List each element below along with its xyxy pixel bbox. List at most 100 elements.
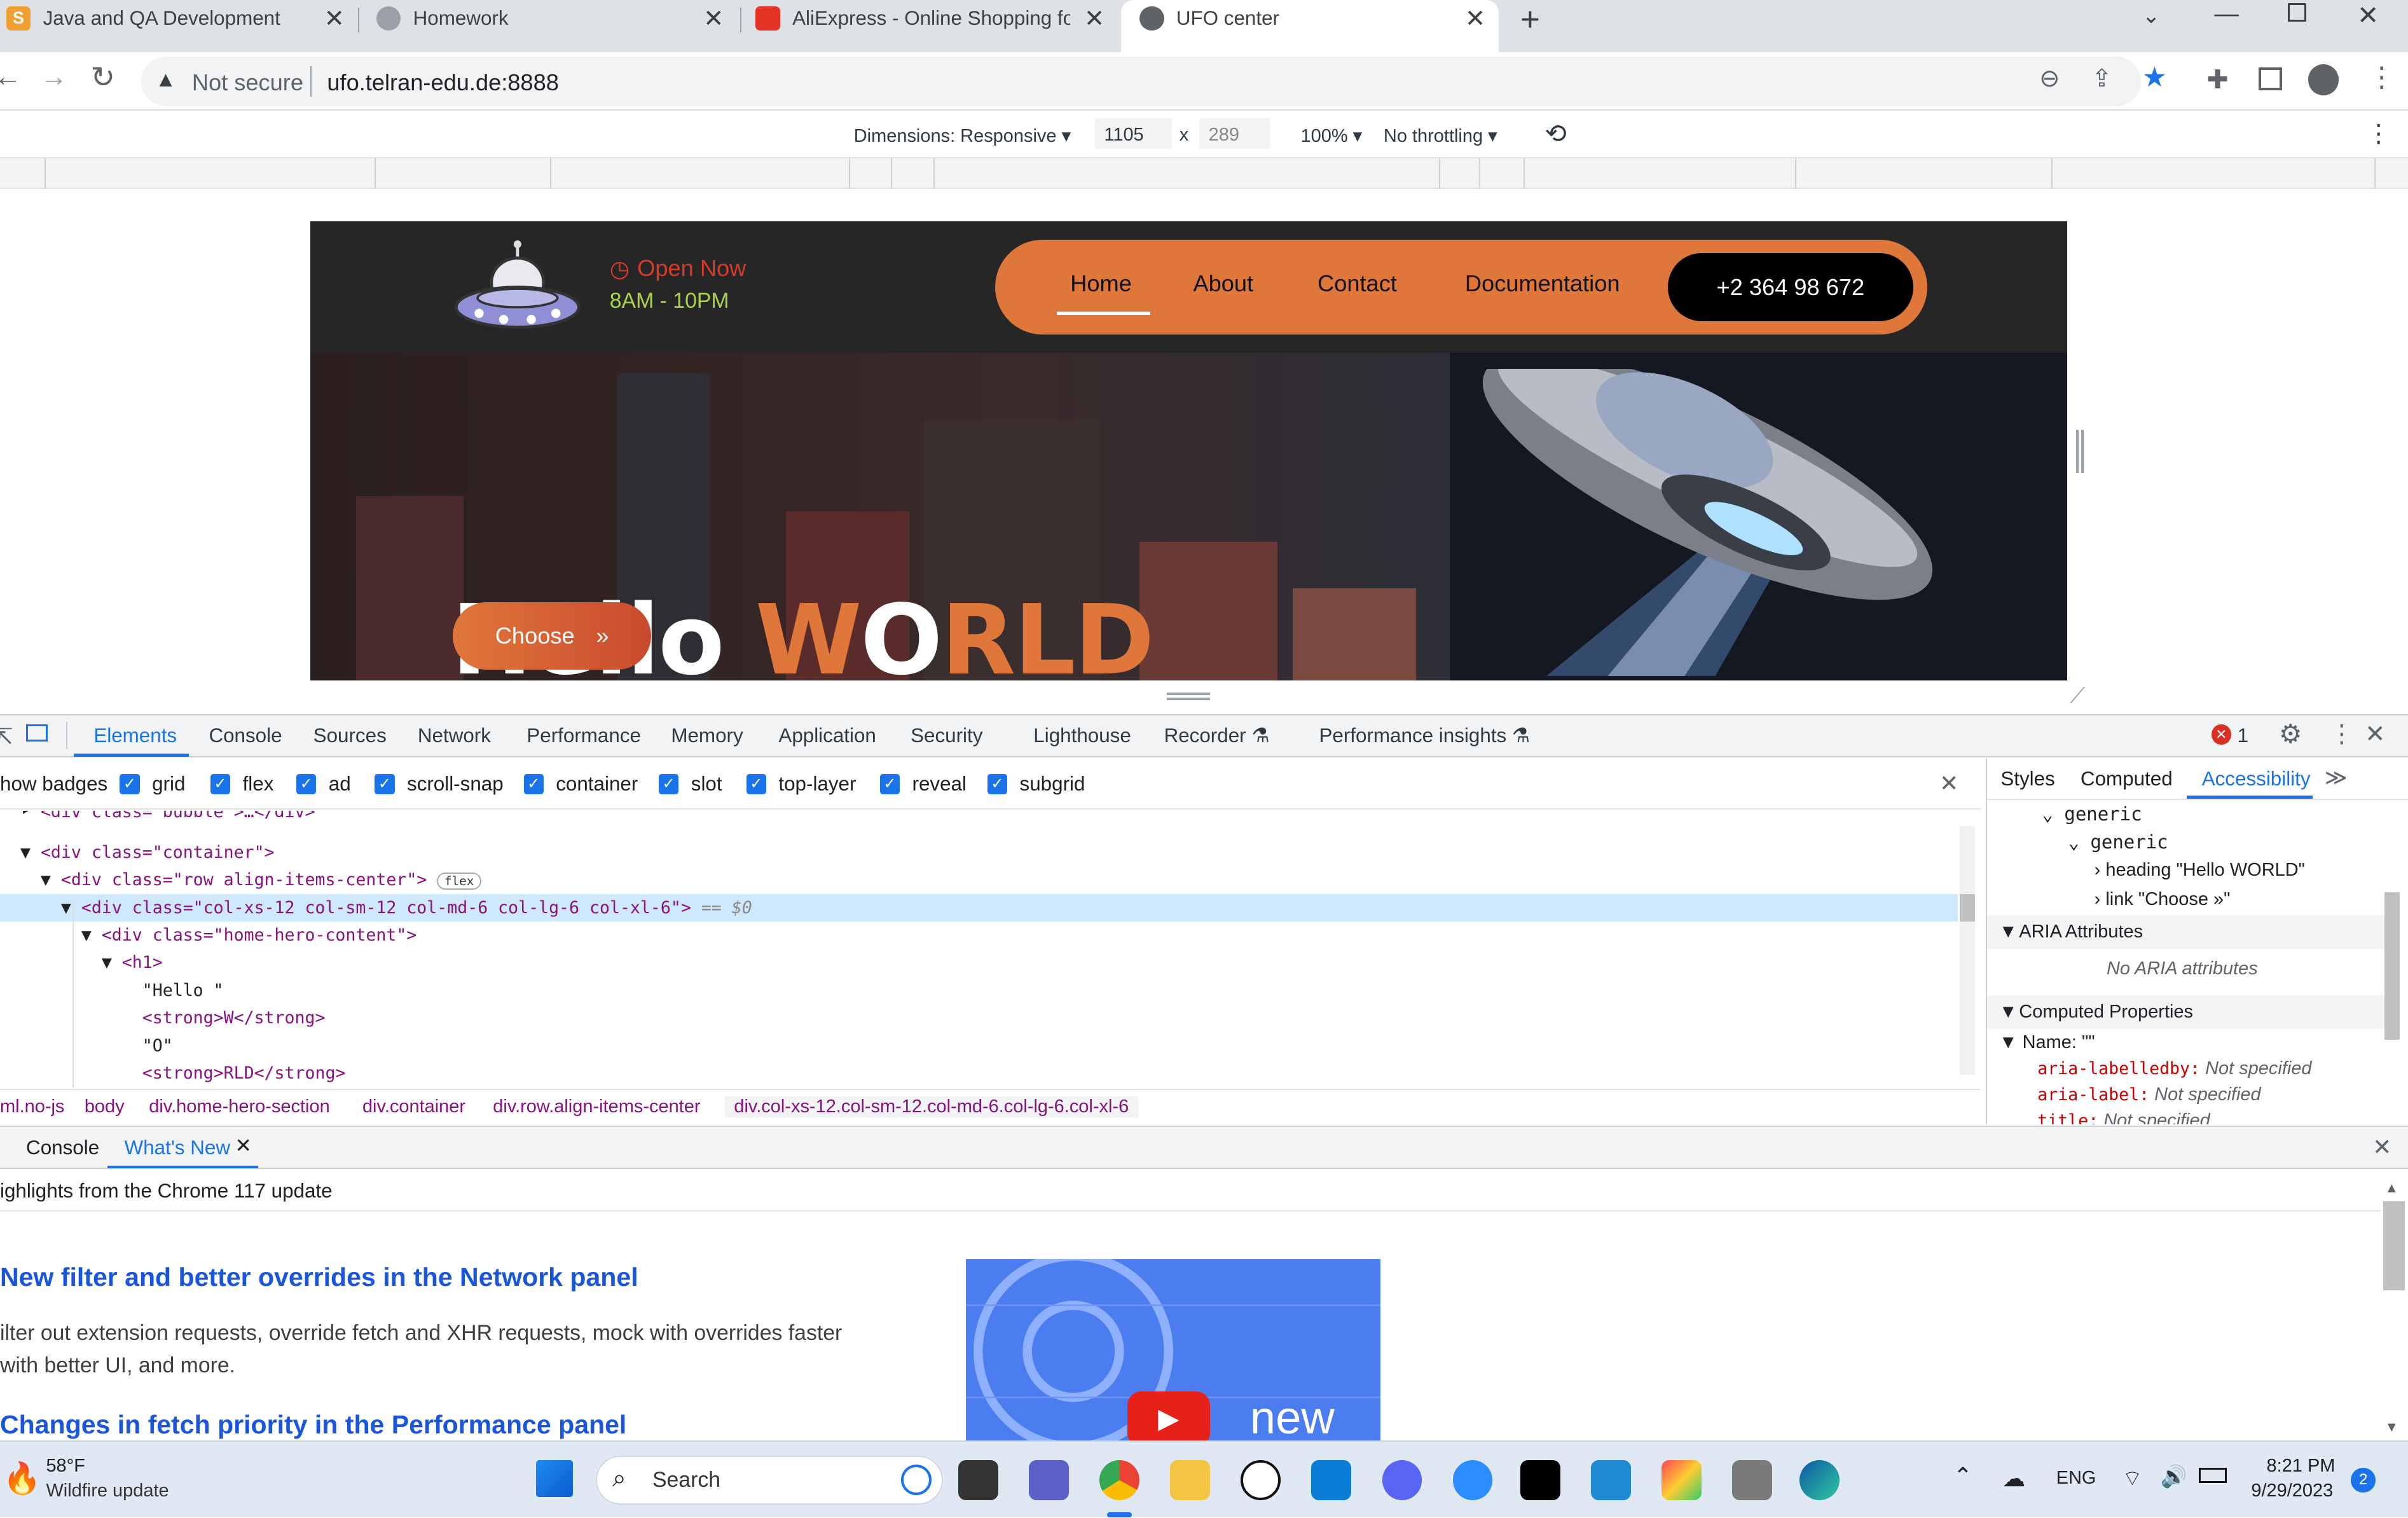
vscode-icon[interactable]: [1590, 1460, 1631, 1501]
error-icon[interactable]: ✕: [2211, 724, 2231, 745]
zoom-icon[interactable]: ⊖: [2039, 64, 2060, 93]
zoom-app-icon[interactable]: [1452, 1460, 1493, 1501]
rotate-icon[interactable]: ⟲: [1545, 118, 1566, 149]
badge-checkbox[interactable]: ✓: [120, 774, 140, 794]
intellij-icon[interactable]: [1520, 1460, 1560, 1501]
badge-checkbox[interactable]: ✓: [659, 774, 679, 794]
error-count[interactable]: 1: [2238, 724, 2248, 747]
close-tab-icon[interactable]: ✕: [324, 4, 345, 33]
side-scrollbar-thumb[interactable]: [2384, 892, 2400, 1040]
close-tab-icon[interactable]: ✕: [235, 1135, 251, 1157]
computed-properties-header[interactable]: ▼ Computed Properties: [1986, 995, 2390, 1030]
teams-icon[interactable]: [1029, 1460, 1069, 1501]
badge-checkbox[interactable]: ✓: [879, 774, 900, 794]
close-devtools-icon[interactable]: ✕: [2365, 720, 2385, 749]
inspect-element-icon[interactable]: ⇱: [0, 723, 13, 750]
video-thumbnail[interactable]: ▶ new: [966, 1259, 1381, 1441]
close-tab-icon[interactable]: ✕: [1084, 4, 1104, 33]
nav-contact[interactable]: Contact: [1318, 270, 1397, 297]
menu-kebab-icon[interactable]: ⋮: [2368, 62, 2395, 93]
chrome-icon[interactable]: [1099, 1460, 1139, 1501]
extensions-icon[interactable]: ✚: [2206, 64, 2228, 95]
tab-computed[interactable]: Computed: [2081, 768, 2173, 790]
more-tabs-icon[interactable]: ≫: [2325, 765, 2347, 790]
tab-performance[interactable]: Performance: [526, 724, 641, 747]
breadcrumb-item[interactable]: div.container: [362, 1096, 465, 1117]
tab-styles[interactable]: Styles: [2000, 768, 2054, 790]
weather-temp[interactable]: 58°F: [46, 1456, 85, 1477]
tab-accessibility[interactable]: Accessibility: [2202, 768, 2311, 790]
omnibox[interactable]: ▲ Not secure ufo.telran-edu.de:8888 ⊖ ⇪ …: [141, 57, 2167, 106]
a11y-node[interactable]: ⌄ generic: [2068, 831, 2168, 853]
breadcrumb-item-active[interactable]: div.col-xs-12.col-sm-12.col-md-6.col-lg-…: [724, 1096, 1138, 1117]
a11y-node[interactable]: › link "Choose »": [2095, 889, 2231, 910]
settings-gear-icon[interactable]: ⚙: [2279, 719, 2302, 749]
close-drawer-icon[interactable]: ✕: [2372, 1133, 2391, 1161]
a11y-node[interactable]: ⌄ generic: [2042, 803, 2142, 825]
drawer-tab-console[interactable]: Console: [26, 1136, 99, 1159]
tab-search-chevron-icon[interactable]: ⌄: [2142, 3, 2160, 29]
media-query-ruler[interactable]: [0, 158, 2408, 190]
bookmark-star-icon[interactable]: ★: [2142, 62, 2167, 93]
breadcrumb-item[interactable]: ml.no-js: [0, 1096, 64, 1117]
tab-elements[interactable]: Elements: [93, 724, 177, 747]
task-view-icon[interactable]: [958, 1460, 998, 1501]
battery-icon[interactable]: [2199, 1468, 2227, 1484]
windows-start-icon[interactable]: [535, 1460, 573, 1498]
fire-icon[interactable]: 🔥: [3, 1460, 41, 1496]
resize-handle-right[interactable]: [2076, 430, 2084, 473]
new-tab-button[interactable]: +: [1520, 0, 1540, 39]
youtube-play-icon[interactable]: ▶: [1127, 1391, 1210, 1441]
file-explorer-icon[interactable]: [1170, 1460, 1210, 1501]
nav-documentation[interactable]: Documentation: [1465, 270, 1620, 297]
scroll-up-icon[interactable]: ▲: [2384, 1180, 2398, 1196]
dell-icon[interactable]: [1241, 1460, 1281, 1501]
breadcrumb-item[interactable]: div.home-hero-section: [149, 1096, 329, 1117]
scroll-down-icon[interactable]: ▼: [2384, 1419, 2398, 1435]
device-menu-icon[interactable]: ⋮: [2367, 120, 2391, 148]
phone-button[interactable]: +2 364 98 672: [1667, 253, 1914, 321]
dom-scrollbar[interactable]: [1959, 826, 1975, 1075]
minimize-icon[interactable]: —: [2214, 0, 2239, 28]
dom-node[interactable]: ▼ <div class="row align-items-center"> f…: [0, 866, 1958, 894]
article-title-link[interactable]: New filter and better overrides in the N…: [0, 1262, 638, 1292]
badge-checkbox[interactable]: ✓: [746, 774, 767, 794]
badge-checkbox[interactable]: ✓: [375, 774, 395, 794]
badge-checkbox[interactable]: ✓: [987, 774, 1008, 794]
tab-recorder[interactable]: Recorder ⚗: [1164, 724, 1270, 747]
flex-badge[interactable]: flex: [437, 873, 482, 890]
edge-icon[interactable]: [1799, 1460, 1840, 1501]
tab-java-qa[interactable]: S Java and QA Development: [6, 0, 341, 37]
dom-node[interactable]: "Hello ": [0, 977, 1958, 1004]
dom-node-selected[interactable]: ▼ <div class="col-xs-12 col-sm-12 col-md…: [0, 894, 1958, 921]
badge-checkbox[interactable]: ✓: [523, 774, 544, 794]
dom-node[interactable]: <strong>RLD</strong>: [0, 1059, 1958, 1087]
language-indicator[interactable]: ENG: [2056, 1468, 2096, 1489]
width-input[interactable]: 1105: [1094, 118, 1172, 149]
clock-time[interactable]: 8:21 PM: [2267, 1456, 2336, 1477]
ufo-logo-icon[interactable]: [451, 237, 584, 338]
badge-checkbox[interactable]: ✓: [296, 774, 317, 794]
notification-badge[interactable]: 2: [2351, 1468, 2376, 1493]
store-icon[interactable]: [1311, 1460, 1352, 1501]
close-badges-icon[interactable]: ✕: [1939, 769, 1958, 797]
name-property[interactable]: ▼ Name: "": [1999, 1032, 2095, 1053]
dom-scrollbar-thumb[interactable]: [1959, 894, 1975, 921]
cloud-icon[interactable]: ☁: [2002, 1465, 2025, 1492]
tab-performance-insights[interactable]: Performance insights ⚗: [1319, 724, 1530, 747]
calculator-icon[interactable]: [1732, 1460, 1772, 1501]
close-tab-icon[interactable]: ✕: [1465, 4, 1485, 33]
tab-homework[interactable]: Homework: [376, 0, 714, 37]
aria-attributes-header[interactable]: ▼ ARIA Attributes: [1986, 915, 2390, 949]
tab-application[interactable]: Application: [778, 724, 876, 747]
url-text[interactable]: ufo.telran-edu.de:8888: [327, 69, 559, 96]
dom-node[interactable]: ▼ <div class="container">: [0, 839, 1958, 866]
tab-ufo-center[interactable]: UFO center: [1120, 0, 1499, 53]
back-icon[interactable]: ←: [0, 62, 22, 93]
side-panel-icon[interactable]: [2259, 67, 2282, 91]
dom-node[interactable]: <strong>W</strong>: [0, 1004, 1958, 1032]
dom-node[interactable]: "O": [0, 1032, 1958, 1059]
devtools-menu-icon[interactable]: ⋮: [2330, 720, 2355, 749]
tab-lighthouse[interactable]: Lighthouse: [1033, 724, 1131, 747]
tab-network[interactable]: Network: [418, 724, 491, 747]
